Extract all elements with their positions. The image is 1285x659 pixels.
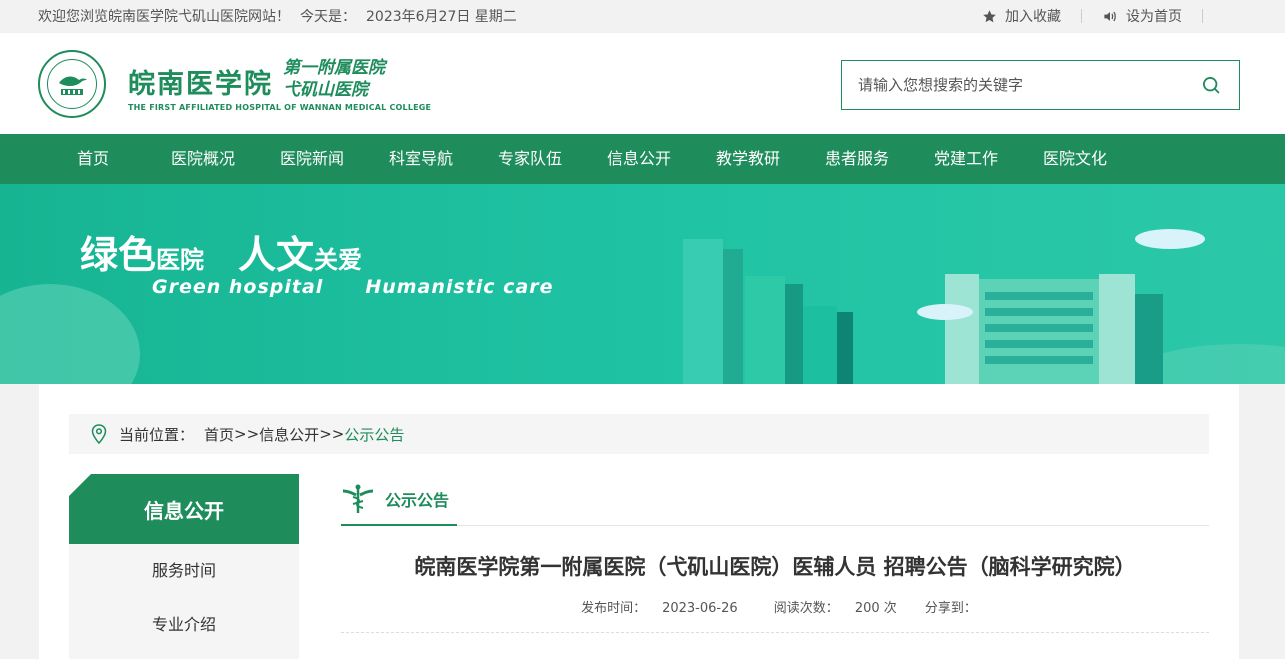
nav-item[interactable]: 教学教研 (716, 134, 825, 184)
divider (341, 632, 1209, 633)
section-tabs: 公示公告 (341, 474, 1209, 526)
nav-item[interactable]: 医院新闻 (280, 134, 389, 184)
banner-title: 绿色 医院 人文 关爱 (80, 224, 362, 279)
nav-item[interactable]: 医院概况 (171, 134, 280, 184)
current-date: 2023年6月27日 星期二 (366, 9, 517, 25)
sidebar-title: 信息公开 (69, 474, 299, 544)
banner-title-hospital: 医院 (156, 246, 205, 274)
main-panel: 公示公告 皖南医学院第一附属医院（弋矶山医院）医辅人员 招聘公告（脑科学研究院）… (341, 474, 1209, 633)
set-homepage-label: 设为首页 (1126, 9, 1182, 25)
divider (1081, 9, 1082, 23)
nav-item[interactable]: 信息公开 (607, 134, 716, 184)
breadcrumb-separator: >> (234, 425, 260, 443)
article-title: 皖南医学院第一附属医院（弋矶山医院）医辅人员 招聘公告（脑科学研究院） (414, 555, 1136, 579)
nav-item[interactable]: 党建工作 (934, 134, 1043, 184)
site-header: 皖南医学院 第一附属医院 弋矶山医院 THE FIRST AFFILIATED … (0, 33, 1285, 134)
banner-subtitle-2: Humanistic care (365, 276, 554, 298)
banner: 绿色 医院 人文 关爱 Green hospital Humanistic care (0, 184, 1285, 384)
publish-label: 发布时间： (581, 601, 647, 616)
views-count: 200 次 (854, 601, 897, 616)
views-label: 阅读次数： (773, 601, 839, 616)
search-input[interactable] (842, 61, 1172, 109)
logo-english-name: THE FIRST AFFILIATED HOSPITAL OF WANNAN … (128, 102, 432, 112)
date-prefix: 今天是： (300, 9, 356, 25)
logo-chinese-name: 皖南医学院 (128, 68, 273, 100)
speaker-icon (1104, 11, 1116, 21)
breadcrumb-separator: >> (319, 425, 345, 443)
set-homepage-link[interactable]: 设为首页 (1102, 6, 1182, 26)
share-label[interactable]: 分享到： (925, 601, 977, 616)
hospital-logo[interactable]: 皖南医学院 第一附属医院 弋矶山医院 THE FIRST AFFILIATED … (38, 50, 431, 118)
sidebar-item-specialty-intro[interactable]: 专业介绍 (69, 598, 299, 652)
logo-subtitle-2: 弋矶山医院 (283, 79, 368, 100)
tab-announcements-label: 公示公告 (385, 491, 450, 510)
star-icon (983, 9, 996, 22)
publish-date: 2023-06-26 (662, 601, 738, 616)
search-button[interactable] (1201, 75, 1221, 99)
banner-subtitle: Green hospital Humanistic care (152, 276, 554, 298)
breadcrumb-label: 当前位置： (119, 425, 195, 444)
nav-item[interactable]: 科室导航 (389, 134, 498, 184)
breadcrumb-info-disclosure[interactable]: 信息公开 (259, 424, 319, 445)
nav-item[interactable]: 医院文化 (1043, 134, 1152, 184)
hospital-seal-icon (38, 50, 106, 118)
search-icon (1203, 77, 1220, 94)
content-area: 当前位置： 首页 >> 信息公开 >> 公示公告 信息公开 服务时间 专业介绍 公示公告… (39, 384, 1239, 659)
divider (1202, 9, 1203, 23)
tab-announcements[interactable]: 公示公告 (341, 474, 457, 526)
nav-item[interactable]: 患者服务 (825, 134, 934, 184)
sidebar: 信息公开 服务时间 专业介绍 (69, 474, 299, 659)
banner-title-humanity: 人文 (238, 233, 315, 277)
top-bar: 欢迎您浏览皖南医学院弋矶山医院网站！ 今天是： 2023年6月27日 星期二 加入收… (0, 0, 1285, 33)
nav-item[interactable]: 专家队伍 (498, 134, 607, 184)
banner-title-green: 绿色 (80, 233, 157, 277)
breadcrumb-current[interactable]: 公示公告 (344, 424, 404, 445)
breadcrumb-home[interactable]: 首页 (204, 424, 234, 445)
sidebar-item-service-hours[interactable]: 服务时间 (69, 544, 299, 598)
search-box (841, 60, 1240, 110)
main-nav: 首页 医院概况 医院新闻 科室导航 专家队伍 信息公开 教学教研 患者服务 党建工作 医院文化 (0, 134, 1285, 184)
add-favorite-link[interactable]: 加入收藏 (982, 6, 1061, 26)
nav-item[interactable]: 首页 (77, 134, 171, 184)
breadcrumb: 当前位置： 首页 >> 信息公开 >> 公示公告 (69, 414, 1209, 454)
article-meta: 发布时间： 2023-06-26 阅读次数： 200 次 分享到： (341, 597, 1209, 616)
banner-subtitle-1: Green hospital (152, 276, 324, 298)
location-pin-icon (91, 424, 107, 444)
banner-title-care: 关爱 (314, 246, 363, 274)
caduceus-icon (342, 484, 374, 513)
add-favorite-label: 加入收藏 (1005, 9, 1061, 25)
welcome-message: 欢迎您浏览皖南医学院弋矶山医院网站！ (38, 9, 290, 25)
welcome-text: 欢迎您浏览皖南医学院弋矶山医院网站！ 今天是： 2023年6月27日 星期二 (38, 6, 527, 26)
logo-subtitle-1: 第一附属医院 (283, 57, 385, 78)
